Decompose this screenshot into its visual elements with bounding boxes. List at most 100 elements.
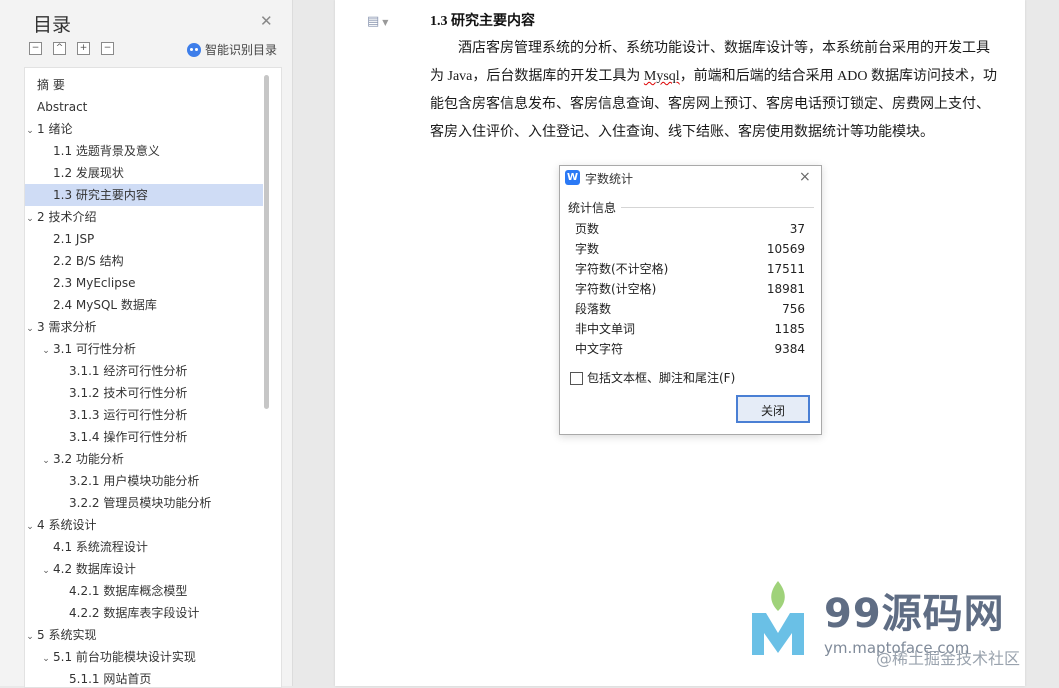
chevron-down-icon[interactable]: ⌄ [25, 120, 35, 142]
stat-label: 字符数(不计空格) [575, 262, 669, 276]
toc-item-label: 4.2.1 数据库概念模型 [69, 584, 188, 598]
add-heading-icon[interactable]: + [77, 42, 90, 55]
toc-item[interactable]: 摘 要 [25, 74, 263, 96]
toc-item[interactable]: ⌄ 5 系统实现 [25, 624, 263, 646]
toc-item[interactable]: 2.3 MyEclipse [25, 272, 263, 294]
toc-item-label: 3.2 功能分析 [53, 452, 124, 466]
toc-item-label: 4.2 数据库设计 [53, 562, 136, 576]
toc-item[interactable]: 4.1 系统流程设计 [25, 536, 263, 558]
chevron-down-icon[interactable]: ⌄ [25, 516, 35, 538]
include-textboxes-checkbox[interactable] [570, 372, 583, 385]
stat-value: 18981 [766, 282, 805, 296]
toc-item[interactable]: 3.1.1 经济可行性分析 [25, 360, 263, 382]
toc-item-label: 3.2.1 用户模块功能分析 [69, 474, 200, 488]
toc-item[interactable]: 3.1.2 技术可行性分析 [25, 382, 263, 404]
toc-item[interactable]: 2.4 MySQL 数据库 [25, 294, 263, 316]
robot-icon [187, 42, 201, 57]
toc-item[interactable]: ⌄ 3.1 可行性分析 [25, 338, 263, 360]
toc-list: 摘 要 Abstract ⌄ 1 绪论 1.1 选题背景及意义 1.2 发展现状 1.3 研… [24, 67, 282, 688]
toc-item[interactable]: 3.1.3 运行可行性分析 [25, 404, 263, 426]
stat-value: 37 [789, 222, 805, 236]
toc-item-label: 3.1.1 经济可行性分析 [69, 364, 188, 378]
toc-item-label: 3.1 可行性分析 [53, 342, 136, 356]
toc-item[interactable]: ⌄ 4.2 数据库设计 [25, 558, 263, 580]
watermark-credit: @稀土掘金技术社区 [876, 649, 1021, 668]
toc-item[interactable]: ⌄ 5.1 前台功能模块设计实现 [25, 646, 263, 668]
toc-item[interactable]: 1.3 研究主要内容 [25, 184, 263, 206]
toc-panel: 目录 ✕ − ^ + − 智能识别目录 摘 要 Abstract ⌄ 1 绪论 1.1 … [0, 0, 293, 688]
smart-toc-label: 智能识别目录 [205, 43, 278, 57]
toc-scrollbar[interactable] [264, 75, 269, 409]
toc-item-label: 1.2 发展现状 [53, 166, 124, 180]
chevron-down-icon[interactable]: ⌄ [41, 648, 51, 670]
toc-item-label: 3 需求分析 [37, 320, 97, 334]
stats-group-label: 统计信息 [568, 201, 617, 215]
collapse-all-icon[interactable]: − [29, 42, 42, 55]
dialog-titlebar[interactable]: W 字数统计 × [560, 166, 821, 190]
chevron-down-icon[interactable]: ⌄ [41, 340, 51, 362]
toc-item[interactable]: ⌄ 1 绪论 [25, 118, 263, 140]
include-textboxes-label[interactable]: 包括文本框、脚注和尾注(F) [587, 369, 735, 386]
chevron-down-icon[interactable]: ⌄ [25, 208, 35, 230]
word-count-dialog: W 字数统计 × 统计信息 页数 37 字数 10569 字符数(不计空格) 17511 字… [559, 165, 822, 435]
close-button[interactable]: 关闭 [736, 395, 810, 423]
toc-item-label: 摘 要 [37, 78, 65, 92]
toc-item[interactable]: 1.2 发展现状 [25, 162, 263, 184]
toc-item[interactable]: ⌄ 2 技术介绍 [25, 206, 263, 228]
paragraph-handle-icon[interactable]: ▤ ▼ [367, 14, 388, 29]
toc-title: 目录 [33, 14, 72, 36]
chevron-down-icon[interactable]: ⌄ [41, 560, 51, 582]
toc-item[interactable]: 3.1.4 操作可行性分析 [25, 426, 263, 448]
toc-item[interactable]: ⌄ 4 系统设计 [25, 514, 263, 536]
toc-item[interactable]: 4.2.1 数据库概念模型 [25, 580, 263, 602]
toc-item[interactable]: 2.2 B/S 结构 [25, 250, 263, 272]
toc-item-label: 2.4 MySQL 数据库 [53, 298, 157, 312]
stat-label: 页数 [575, 222, 600, 236]
chevron-down-icon[interactable]: ⌄ [25, 626, 35, 648]
toc-item[interactable]: 2.1 JSP [25, 228, 263, 250]
stat-value: 9384 [774, 342, 805, 356]
close-icon[interactable]: ✕ [260, 12, 273, 30]
stat-value: 1185 [774, 322, 805, 336]
stat-row: 字数 10569 [575, 239, 805, 259]
dialog-title: 字数统计 [585, 172, 634, 186]
stat-label: 非中文单词 [575, 322, 636, 336]
chevron-down-icon[interactable]: ⌄ [25, 318, 35, 340]
toc-item[interactable]: 5.1.1 网站首页 [25, 668, 263, 687]
spellcheck-flagged-word[interactable]: Mysql [644, 69, 680, 84]
stat-value: 10569 [766, 242, 805, 256]
toc-item[interactable]: ⌄ 3.2 功能分析 [25, 448, 263, 470]
stat-label: 字符数(计空格) [575, 282, 657, 296]
toc-item-label: 5.1.1 网站首页 [69, 672, 152, 686]
toc-item-label: 4 系统设计 [37, 518, 97, 532]
toc-item-label: 4.2.2 数据库表字段设计 [69, 606, 200, 620]
stat-row: 字符数(不计空格) 17511 [575, 259, 805, 279]
toc-item[interactable]: 4.2.2 数据库表字段设计 [25, 602, 263, 624]
toc-item-label: 3.1.3 运行可行性分析 [69, 408, 188, 422]
stat-label: 中文字符 [575, 342, 624, 356]
smart-toc-button[interactable]: 智能识别目录 [187, 41, 277, 58]
toc-item-label: 2.3 MyEclipse [53, 276, 136, 290]
stat-label: 字数 [575, 242, 600, 256]
toc-item-label: 5 系统实现 [37, 628, 97, 642]
group-divider [621, 207, 814, 208]
stat-label: 段落数 [575, 302, 612, 316]
body-paragraph: 酒店客房管理系统的分析、系统功能设计、数据库设计等，本系统前台采用的开发工具为 … [430, 35, 1000, 147]
close-icon[interactable]: × [799, 169, 811, 185]
toc-item-label: 1.3 研究主要内容 [53, 188, 148, 202]
stat-row: 中文字符 9384 [575, 339, 805, 359]
wps-writer-icon: W [565, 170, 580, 185]
toc-item-label: 1.1 选题背景及意义 [53, 144, 160, 158]
toc-item[interactable]: ⌄ 3 需求分析 [25, 316, 263, 338]
section-heading: 1.3 研究主要内容 [430, 14, 535, 29]
expand-up-icon[interactable]: ^ [53, 42, 66, 55]
remove-heading-icon[interactable]: − [101, 42, 114, 55]
toc-item[interactable]: 3.2.2 管理员模块功能分析 [25, 492, 263, 514]
toc-item[interactable]: 1.1 选题背景及意义 [25, 140, 263, 162]
toc-item[interactable]: 3.2.1 用户模块功能分析 [25, 470, 263, 492]
toc-item[interactable]: Abstract [25, 96, 263, 118]
toc-item-label: 1 绪论 [37, 122, 73, 136]
chevron-down-icon[interactable]: ⌄ [41, 450, 51, 472]
toc-item-label: 5.1 前台功能模块设计实现 [53, 650, 196, 664]
toc-item-label: 2 技术介绍 [37, 210, 97, 224]
